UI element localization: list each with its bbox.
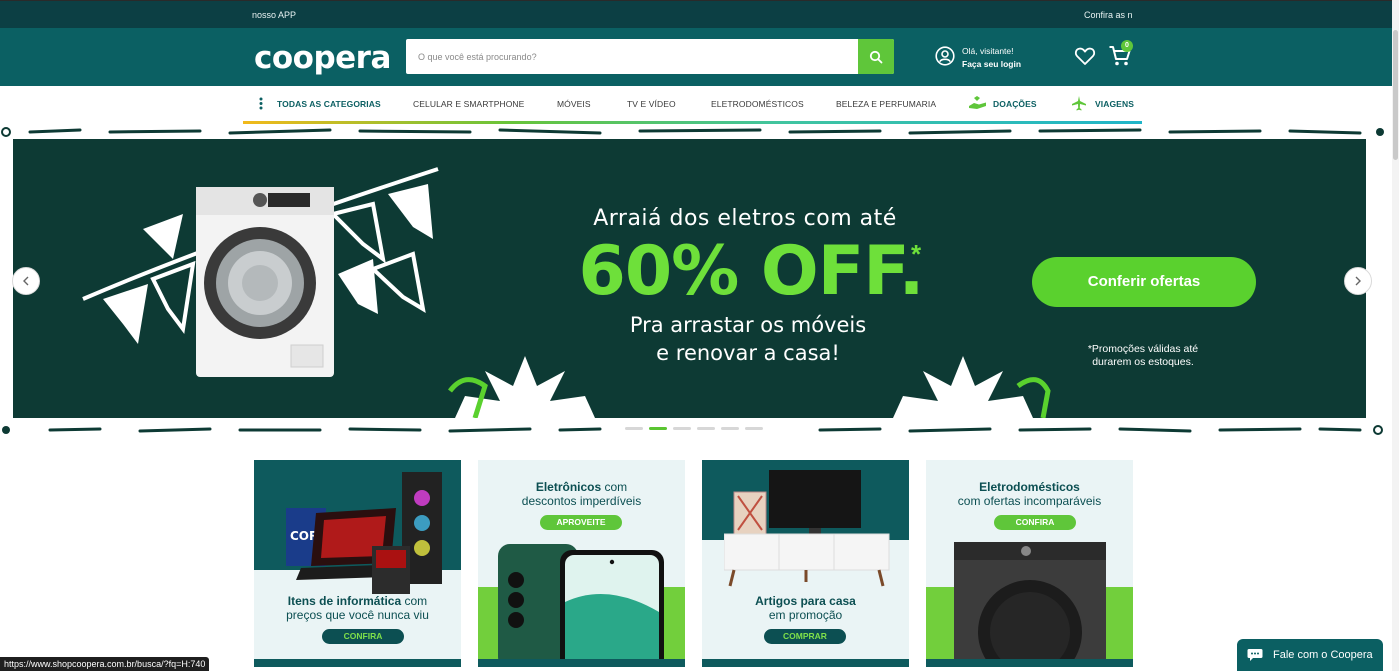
chat-bubble-icon bbox=[1247, 649, 1263, 661]
promo-card-eletronicos[interactable]: Eletrônicos com descontos imperdíveis AP… bbox=[478, 460, 685, 667]
card-title: Itens de informática com bbox=[254, 594, 461, 608]
hero-banner[interactable]: Arraiá dos eletros com até 60% OFF. * Pr… bbox=[13, 139, 1366, 418]
chat-label: Fale com o Coopera bbox=[1273, 649, 1373, 661]
card-title-bold: Itens de informática bbox=[287, 594, 402, 608]
airplane-icon bbox=[1072, 96, 1086, 111]
promo-card-casa[interactable]: Artigos para casa em promoção COMPRAR bbox=[702, 460, 909, 667]
carousel-dot[interactable] bbox=[745, 427, 763, 430]
carousel-dot-active[interactable] bbox=[649, 427, 667, 430]
card-title-rest: com bbox=[601, 480, 628, 494]
search-box bbox=[406, 39, 894, 74]
hero-subheadline: Pra arrastar os móveis e renovar a casa! bbox=[573, 311, 923, 367]
heart-icon[interactable] bbox=[1074, 46, 1096, 66]
chevron-right-icon bbox=[1355, 276, 1361, 286]
card-subtitle: descontos imperdíveis bbox=[521, 494, 642, 508]
carousel-dot[interactable] bbox=[697, 427, 715, 430]
nav-tv-video[interactable]: TV E VÍDEO bbox=[627, 99, 676, 109]
nav-gradient-underline bbox=[243, 121, 1142, 124]
card-title-rest: com bbox=[401, 594, 428, 608]
nav-viagens[interactable]: VIAGENS bbox=[1095, 99, 1134, 109]
carousel-dot[interactable] bbox=[673, 427, 691, 430]
chat-widget-button[interactable]: Fale com o Coopera bbox=[1237, 639, 1383, 671]
card-bottom-strip bbox=[702, 659, 909, 667]
carousel-prev-button[interactable] bbox=[12, 267, 40, 295]
top-ticker-bar: nosso APP Confira as n bbox=[0, 0, 1399, 28]
hero-headline: Arraiá dos eletros com até bbox=[593, 206, 897, 231]
card-subtitle: com ofertas incomparáveis bbox=[957, 494, 1102, 508]
search-button[interactable] bbox=[858, 39, 894, 74]
browser-status-bar: https://www.shopcoopera.com.br/busca/?fq… bbox=[0, 657, 210, 671]
coopera-logo[interactable]: coopera bbox=[254, 40, 391, 76]
card-title-bold: Eletrônicos bbox=[535, 480, 602, 494]
page-scrollbar-thumb[interactable] bbox=[1393, 30, 1398, 160]
card-title-bold: Artigos para casa bbox=[755, 594, 856, 608]
gaming-computer-image: CORE i5 bbox=[286, 472, 442, 594]
search-icon bbox=[869, 50, 883, 63]
chevron-left-icon bbox=[23, 276, 29, 286]
ticker-message-right[interactable]: Confira as n bbox=[1084, 10, 1133, 20]
nav-moveis[interactable]: MÓVEIS bbox=[557, 99, 591, 109]
tv-stand-image bbox=[724, 470, 890, 587]
card-title: Eletrônicos com bbox=[478, 480, 685, 494]
washing-machine-image bbox=[196, 187, 334, 377]
bonfire-illustration-left bbox=[448, 356, 595, 418]
category-nav: TODAS AS CATEGORIAS CELULAR E SMARTPHONE… bbox=[243, 86, 1142, 124]
hero-disclaimer-line2: durarem os estoques. bbox=[1092, 356, 1194, 368]
donation-hand-icon bbox=[969, 96, 986, 109]
user-login-area[interactable]: Olá, visitante! Faça seu login bbox=[935, 43, 1045, 73]
card-bottom-strip bbox=[478, 659, 685, 667]
card-subtitle: em promoção bbox=[768, 608, 843, 622]
hero-brush-border-top bbox=[1, 127, 1384, 137]
card-aproveite-button[interactable]: APROVEITE bbox=[540, 515, 622, 530]
promo-card-eletrodomesticos[interactable]: Eletrodomésticos com ofertas incomparáve… bbox=[926, 460, 1133, 667]
card-title: Eletrodomésticos bbox=[926, 480, 1133, 494]
promo-card-informatica[interactable]: CORE i5 Itens de informática com preços … bbox=[254, 460, 461, 667]
card-title: Artigos para casa bbox=[702, 594, 909, 608]
card-confira-button[interactable]: CONFIRA bbox=[322, 629, 404, 644]
card-confira-button[interactable]: CONFIRA bbox=[994, 515, 1076, 530]
hero-disclaimer: *Promoções válidas até durarem os estoqu… bbox=[1063, 343, 1223, 369]
hero-subheadline-line2: e renovar a casa! bbox=[656, 341, 840, 365]
card-title-bold: Eletrodomésticos bbox=[979, 480, 1080, 494]
hero-discount: 60% OFF. bbox=[578, 232, 925, 311]
nav-doacoes[interactable]: DOAÇÕES bbox=[993, 99, 1037, 109]
hero-brush-border-bottom bbox=[2, 425, 1383, 435]
smartphone-image bbox=[498, 544, 664, 667]
bonfire-illustration-right bbox=[893, 356, 1051, 418]
nav-all-categories[interactable]: TODAS AS CATEGORIAS bbox=[277, 99, 381, 109]
card-bottom-strip bbox=[926, 659, 1133, 667]
nav-celular-smartphone[interactable]: CELULAR E SMARTPHONE bbox=[413, 99, 524, 109]
card-comprar-button[interactable]: COMPRAR bbox=[764, 629, 846, 644]
nav-eletrodomesticos[interactable]: ELETRODOMÉSTICOS bbox=[711, 99, 804, 109]
hero-disclaimer-line1: *Promoções válidas até bbox=[1087, 343, 1199, 355]
search-input[interactable] bbox=[406, 39, 858, 74]
hero-subheadline-line1: Pra arrastar os móveis bbox=[629, 313, 867, 337]
login-link[interactable]: Faça seu login bbox=[962, 58, 1021, 71]
user-icon bbox=[935, 46, 955, 66]
nav-beleza-perfumaria[interactable]: BELEZA E PERFUMARIA bbox=[836, 99, 936, 109]
site-header: coopera Olá, visitante! Faça seu login 0 bbox=[0, 28, 1399, 86]
cart-count-badge: 0 bbox=[1121, 40, 1133, 52]
card-subtitle: preços que você nunca viu bbox=[286, 608, 429, 622]
carousel-dot[interactable] bbox=[625, 427, 643, 430]
carousel-dot[interactable] bbox=[721, 427, 739, 430]
hero-asterisk: * bbox=[911, 239, 922, 269]
ticker-message-left[interactable]: nosso APP bbox=[252, 10, 296, 20]
greeting-text: Olá, visitante! bbox=[962, 46, 1014, 56]
washing-machine-dark-image bbox=[954, 542, 1106, 667]
conferir-ofertas-button[interactable]: Conferir ofertas bbox=[1032, 257, 1256, 307]
card-bottom-strip bbox=[254, 659, 461, 667]
carousel-next-button[interactable] bbox=[1344, 267, 1372, 295]
